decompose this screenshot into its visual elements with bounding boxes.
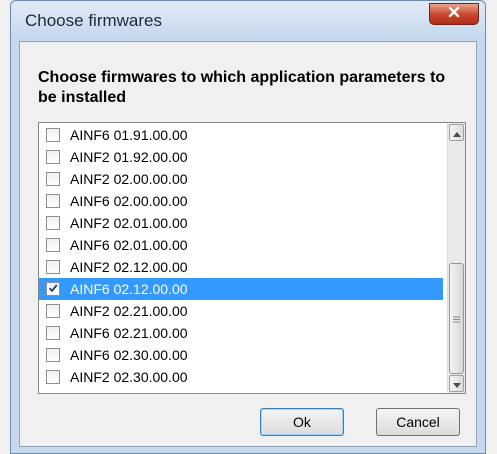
close-button[interactable]	[429, 3, 479, 25]
scroll-up-button[interactable]	[449, 124, 464, 141]
list-item[interactable]: AINF2 02.30.00.00	[39, 366, 443, 388]
arrow-up-icon	[452, 124, 461, 142]
firmware-checkbox[interactable]	[46, 150, 60, 164]
firmware-checkbox[interactable]	[46, 326, 60, 340]
scroll-thumb[interactable]	[449, 263, 464, 374]
checkmark-icon	[48, 280, 58, 298]
list-item[interactable]: AINF6 02.00.00.00	[39, 190, 443, 212]
firmware-checkbox[interactable]	[46, 216, 60, 230]
list-item[interactable]: AINF2 02.00.00.00	[39, 168, 443, 190]
ok-button[interactable]: Ok	[260, 408, 344, 436]
close-icon	[448, 5, 460, 23]
list-item[interactable]: AINF2 02.21.00.00	[39, 300, 443, 322]
instruction-text: Choose firmwares to which application pa…	[38, 69, 446, 106]
vertical-scrollbar[interactable]	[447, 123, 465, 393]
choose-firmwares-dialog: Choose firmwares Choose firmwares to whi…	[10, 0, 486, 454]
title-bar[interactable]: Choose firmwares	[11, 1, 485, 41]
firmware-label: AINF2 02.01.00.00	[70, 215, 188, 231]
arrow-down-icon	[452, 375, 461, 393]
cancel-button[interactable]: Cancel	[376, 408, 460, 436]
firmware-list: AINF6 01.91.00.00 AINF2 01.92.00.00 AINF2 …	[39, 124, 443, 388]
list-item[interactable]: AINF2 02.01.00.00	[39, 212, 443, 234]
firmware-label: AINF2 02.00.00.00	[70, 171, 188, 187]
firmware-label: AINF6 01.91.00.00	[70, 127, 188, 143]
firmware-checkbox[interactable]	[46, 194, 60, 208]
firmware-checkbox[interactable]	[46, 370, 60, 384]
grip-icon	[453, 310, 460, 328]
scroll-down-button[interactable]	[449, 375, 464, 392]
firmware-label: AINF2 02.30.00.00	[70, 369, 188, 385]
list-item[interactable]: AINF6 02.12.00.00	[39, 278, 443, 300]
firmware-checkbox[interactable]	[46, 128, 60, 142]
firmware-label: AINF2 02.21.00.00	[70, 303, 188, 319]
list-item[interactable]: AINF2 02.12.00.00	[39, 256, 443, 278]
dialog-body: Choose firmwares to which application pa…	[19, 41, 477, 447]
firmware-label: AINF6 02.00.00.00	[70, 193, 188, 209]
firmware-checkbox[interactable]	[46, 260, 60, 274]
list-item[interactable]: AINF2 01.92.00.00	[39, 146, 443, 168]
firmware-label: AINF6 02.12.00.00	[70, 281, 188, 297]
firmware-listbox[interactable]: AINF6 01.91.00.00 AINF2 01.92.00.00 AINF2 …	[38, 122, 466, 394]
firmware-checkbox[interactable]	[46, 172, 60, 186]
firmware-checkbox[interactable]	[46, 304, 60, 318]
firmware-label: AINF6 02.01.00.00	[70, 237, 188, 253]
firmware-checkbox[interactable]	[46, 282, 60, 296]
firmware-checkbox[interactable]	[46, 238, 60, 252]
firmware-label: AINF2 02.12.00.00	[70, 259, 188, 275]
firmware-checkbox[interactable]	[46, 348, 60, 362]
firmware-label: AINF6 02.30.00.00	[70, 347, 188, 363]
list-item[interactable]: AINF6 02.30.00.00	[39, 344, 443, 366]
firmware-label: AINF2 01.92.00.00	[70, 149, 188, 165]
list-item[interactable]: AINF6 01.91.00.00	[39, 124, 443, 146]
list-item[interactable]: AINF6 02.21.00.00	[39, 322, 443, 344]
list-item[interactable]: AINF6 02.01.00.00	[39, 234, 443, 256]
firmware-label: AINF6 02.21.00.00	[70, 325, 188, 341]
dialog-title: Choose firmwares	[25, 11, 162, 30]
